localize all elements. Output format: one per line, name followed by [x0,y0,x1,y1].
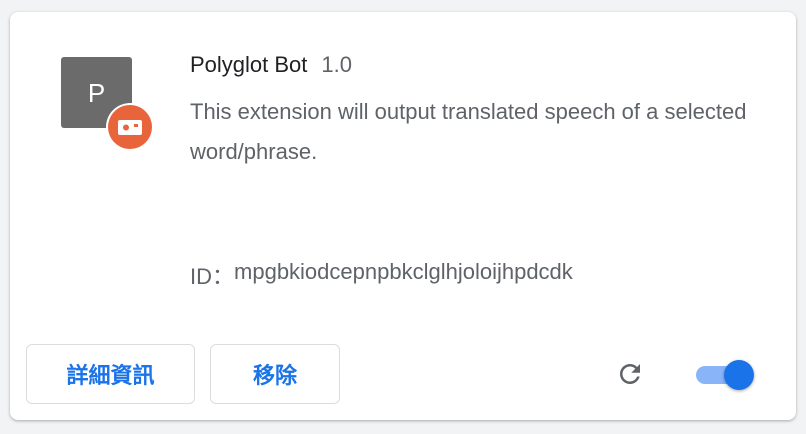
remove-button[interactable]: 移除 [210,344,340,404]
extension-version: 1.0 [321,52,352,77]
extension-id-label: ID： [190,264,235,289]
extension-title-row: Polyglot Bot 1.0 [190,52,352,78]
toggle-knob [724,360,754,390]
reload-icon[interactable] [613,357,647,391]
extension-icon-letter: P [87,77,106,108]
details-button[interactable]: 詳細資訊 [26,344,195,404]
camera-badge-icon [108,105,152,149]
extension-id-value: mpgbkiodcepnpbkclglhjoloijhpdcdk [234,259,573,284]
extension-description: This extension will output translated sp… [190,99,747,164]
extension-id: ID： mpgbkiodcepnpbkclglhjoloijhpdcdk [190,259,573,291]
extension-name: Polyglot Bot [190,52,308,77]
extension-card: P Polyglot Bot 1.0 This extension will o… [10,12,796,420]
enable-toggle[interactable] [694,358,758,392]
